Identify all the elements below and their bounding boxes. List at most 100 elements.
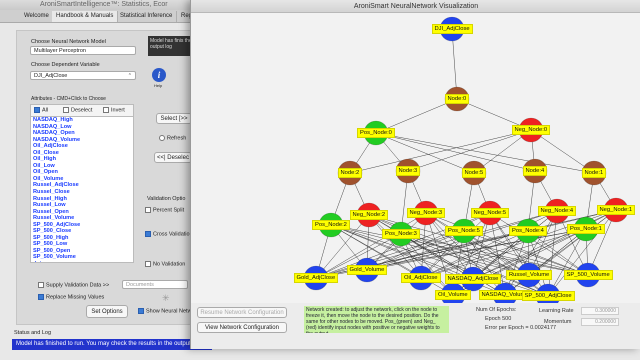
replace-missing-checkbox[interactable]: Replace Missing Values [38, 294, 104, 300]
percent-split-checkbox[interactable]: Percent Split [145, 207, 184, 213]
all-label: All [42, 107, 49, 114]
node-label: Neg_Node:3 [406, 208, 446, 218]
bottom-panel: Resume Network Configuration View Networ… [191, 303, 640, 349]
invert-checkbox[interactable]: Invert [103, 107, 125, 113]
checkbox-icon [145, 231, 151, 237]
documents-value: Documents [126, 282, 154, 288]
deselect-checkbox[interactable]: Deselect [63, 107, 92, 113]
cross-validation-label: Cross Validatio [153, 231, 190, 238]
node-label: Node:2 [337, 168, 363, 178]
visualization-title: AroniSmart NeuralNetwork Visualization [191, 0, 640, 13]
node-label: Node:5 [461, 168, 487, 178]
epoch-value: Epoch 500 [485, 316, 512, 322]
network-edge [425, 212, 530, 276]
show-neural-label: Show Neural Netw [146, 308, 192, 315]
node-label: Pos_Node:1 [567, 224, 605, 234]
node-label: Neg_Node:2 [349, 210, 389, 220]
attributes-header: Attributes - CMD+Click to Choose [31, 96, 106, 102]
no-validation-checkbox[interactable]: No Validation [145, 261, 185, 267]
replace-missing-label: Replace Missing Values [46, 294, 105, 301]
dependent-select-value: DJI_AdjClose [34, 73, 68, 79]
node-label: Pos_Node:4 [509, 226, 547, 236]
network-message: Network created: to adjust the network, … [304, 306, 449, 333]
refresh-label: Refresh [167, 135, 187, 142]
model-label: Choose Neural Network Model [31, 39, 106, 45]
node-label: Neg_Node:4 [537, 206, 577, 216]
view-config-button[interactable]: View Network Configuration [197, 322, 287, 333]
select-button[interactable]: Select [>> [156, 113, 192, 124]
node-label: NASDAQ_AdjClose [444, 274, 502, 284]
checkbox-icon [138, 308, 144, 314]
supply-validation-label: Supply Validation Data >> [46, 282, 110, 289]
all-checkbox[interactable]: All [34, 107, 48, 113]
deselect-button[interactable]: <<| Deselec [154, 152, 192, 163]
validation-label: Validation Optio [147, 196, 186, 202]
checkbox-icon [34, 107, 40, 113]
percent-split-label: Percent Split [153, 207, 185, 214]
node-label: Neg_Node:5 [470, 208, 510, 218]
node-label: Oil_Volume [435, 290, 471, 300]
node-label: Oil_AdjClose [401, 273, 441, 283]
node-label: Pos_Node:2 [312, 220, 350, 230]
visualization-window: AroniSmart NeuralNetwork Visualization D… [190, 0, 640, 349]
node-label: Pos_Node:3 [382, 229, 420, 239]
checkbox-icon [63, 107, 69, 113]
node-label: DJI_AdjClose [431, 24, 473, 34]
status-label: Status and Log [14, 330, 52, 336]
spinner-icon: ✳ [162, 293, 170, 303]
cross-validation-checkbox[interactable]: Cross Validatio [145, 231, 190, 237]
radio-icon [159, 135, 165, 141]
node-label: Gold_Volume [346, 265, 388, 275]
learning-rate-label: Learning Rate [539, 308, 574, 314]
dependent-label: Choose Dependent Variable [31, 62, 100, 68]
model-select-value: Multilayer Perceptron [34, 48, 86, 54]
documents-field[interactable]: Documents [122, 280, 188, 289]
info-icon[interactable]: i [152, 68, 166, 82]
node-label: Pos_Node:0 [357, 128, 395, 138]
resume-config-button[interactable]: Resume Network Configuration [197, 307, 287, 318]
checkbox-icon [38, 282, 44, 288]
node-label: Neg_Node:0 [511, 125, 551, 135]
momentum-label: Momentum [544, 319, 572, 325]
status-bar: Model has finished to run. You may check… [12, 339, 212, 350]
node-label: Neg_Node:1 [596, 205, 636, 215]
node-label: SP_500_AdjClose [521, 291, 575, 301]
show-neural-checkbox[interactable]: Show Neural Netw [138, 308, 192, 314]
checkbox-icon [145, 261, 151, 267]
learning-rate-field[interactable]: 0.300000 [581, 307, 619, 315]
node-label: Node:4 [522, 166, 548, 176]
info-message: Model has finis the output log [148, 36, 196, 56]
epochs-label: Num Of Epochs: [476, 307, 517, 313]
tab-welcome[interactable]: Welcome [20, 11, 54, 22]
node-label: Pos_Node:5 [445, 226, 483, 236]
no-validation-label: No Validation [153, 261, 186, 268]
checkbox-icon [38, 294, 44, 300]
network-graph [303, 16, 629, 303]
supply-validation-checkbox[interactable]: Supply Validation Data >> [38, 282, 109, 288]
main-window-title: AroniSmartIntelligence™: Statistics, Eco… [40, 1, 168, 8]
node-label: Node:3 [395, 166, 421, 176]
attribute-list[interactable]: NASDAQ_High NASDAQ_Low NASDAQ_Open NASDAQ_V… [30, 116, 134, 263]
node-label: Node:0 [444, 94, 470, 104]
node-label: Gold_AdjClose [293, 273, 339, 283]
checkbox-icon [103, 107, 109, 113]
info-icon-label: Help [154, 83, 163, 88]
invert-label: Invert [111, 107, 125, 114]
screen: AroniSmartIntelligence™: Statistics, Eco… [0, 0, 640, 360]
tab-statistical-inference[interactable]: Statistical Inference [116, 11, 178, 22]
error-value: Error per Epoch = 0.0024177 [485, 325, 557, 331]
deselect-label: Deselect [71, 107, 93, 114]
dependent-select[interactable]: DJI_AdjClose ⌃ [30, 71, 136, 80]
node-label: Node:1 [581, 168, 607, 178]
network-canvas[interactable]: DJI_AdjClose Node:0 Pos_Node:0 Neg_Node:0 No… [191, 13, 640, 303]
momentum-field[interactable]: 0.200000 [581, 318, 619, 326]
node-label: Russel_Volume [506, 270, 553, 280]
refresh-radio[interactable]: Refresh [159, 135, 186, 141]
model-select[interactable]: Multilayer Perceptron [30, 46, 136, 55]
tab-handbook[interactable]: Handbook & Manuals [52, 11, 119, 22]
set-options-button[interactable]: Set Options [86, 305, 128, 318]
node-label: SP_500_Volume [563, 270, 613, 280]
checkbox-icon [145, 207, 151, 213]
chevron-down-icon: ⌃ [127, 73, 132, 79]
attribute-item[interactable]: date [31, 261, 133, 262]
